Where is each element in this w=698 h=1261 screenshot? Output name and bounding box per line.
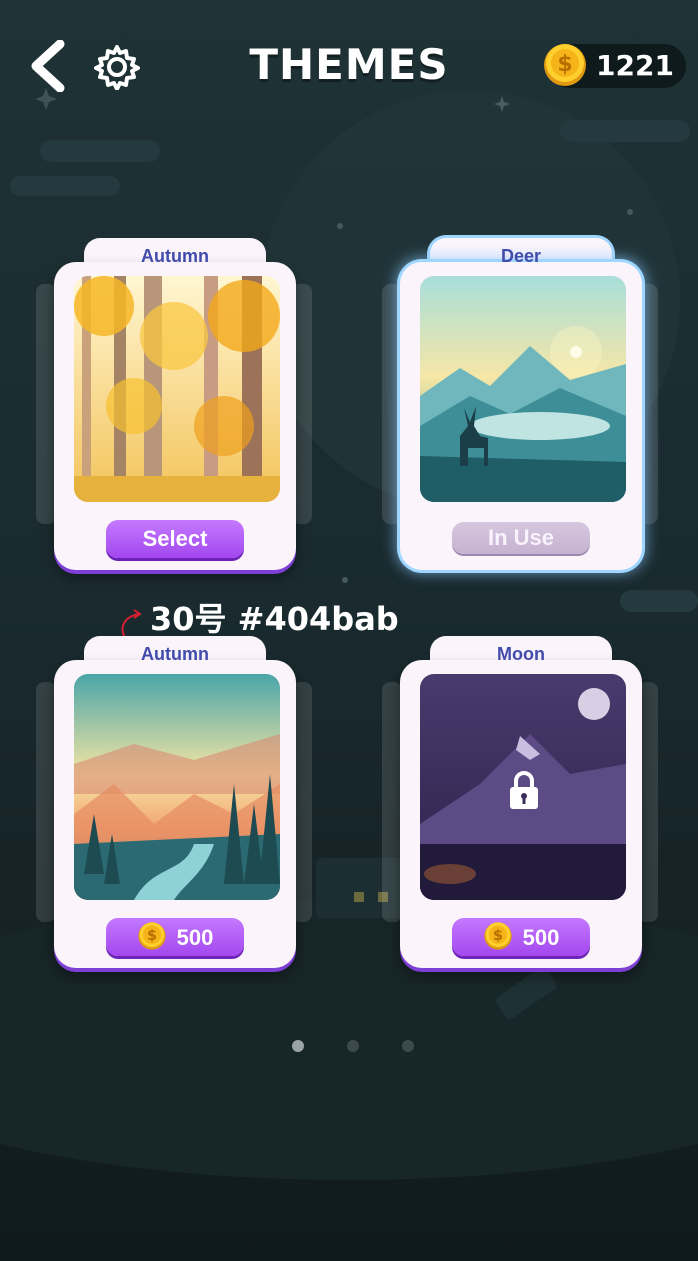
coin-count: 1221 — [596, 49, 674, 82]
in-use-button[interactable]: In Use — [452, 522, 590, 554]
buy-theme-button[interactable]: $ 500 — [106, 918, 244, 956]
theme-preview-image — [74, 674, 280, 900]
theme-card-deer[interactable]: Deer In Use — [382, 238, 662, 578]
svg-text:$: $ — [557, 52, 572, 77]
card-shadow — [382, 682, 402, 922]
price-label: 500 — [176, 925, 214, 951]
coin-icon: $ — [544, 44, 586, 86]
coin-balance: $ 1221 — [544, 44, 686, 88]
coin-icon: $ — [483, 922, 512, 950]
theme-preview-image — [420, 276, 626, 502]
select-button[interactable]: Select — [106, 520, 244, 558]
theme-card-autumn-sunset[interactable]: Autumn $ 500 — [36, 636, 316, 976]
svg-text:$: $ — [493, 928, 503, 944]
coin-icon: $ — [137, 922, 166, 950]
page-dot[interactable] — [347, 1040, 359, 1052]
theme-preview-image — [74, 276, 280, 502]
page-dot[interactable] — [402, 1040, 414, 1052]
price-label: 500 — [522, 925, 560, 951]
theme-card-autumn[interactable]: Autumn Select — [36, 238, 316, 578]
card-frame: Deer In Use — [400, 238, 642, 574]
card-shadow — [382, 284, 402, 524]
padlock-icon — [510, 771, 538, 809]
card-title: Autumn — [141, 644, 209, 664]
svg-text:$: $ — [147, 928, 157, 944]
annotation-label: 30号 #404bab — [150, 600, 399, 638]
card-shadow — [36, 682, 56, 922]
card-title: Moon — [497, 644, 545, 664]
card-frame: Autumn $ 500 — [54, 636, 296, 972]
card-shadow — [36, 284, 56, 524]
card-title: Autumn — [141, 246, 209, 266]
page-dot[interactable] — [292, 1040, 304, 1052]
pagination-dots — [286, 1040, 426, 1060]
top-bar: THEMES $ 1221 — [0, 0, 698, 130]
theme-preview-image — [420, 674, 626, 900]
card-frame: Moon $ 500 — [400, 636, 642, 972]
card-title: Deer — [500, 246, 542, 266]
theme-card-moon[interactable]: Moon $ 500 — [382, 636, 662, 976]
buy-theme-button[interactable]: $ 500 — [452, 918, 590, 956]
card-frame: Autumn Select — [54, 238, 296, 574]
